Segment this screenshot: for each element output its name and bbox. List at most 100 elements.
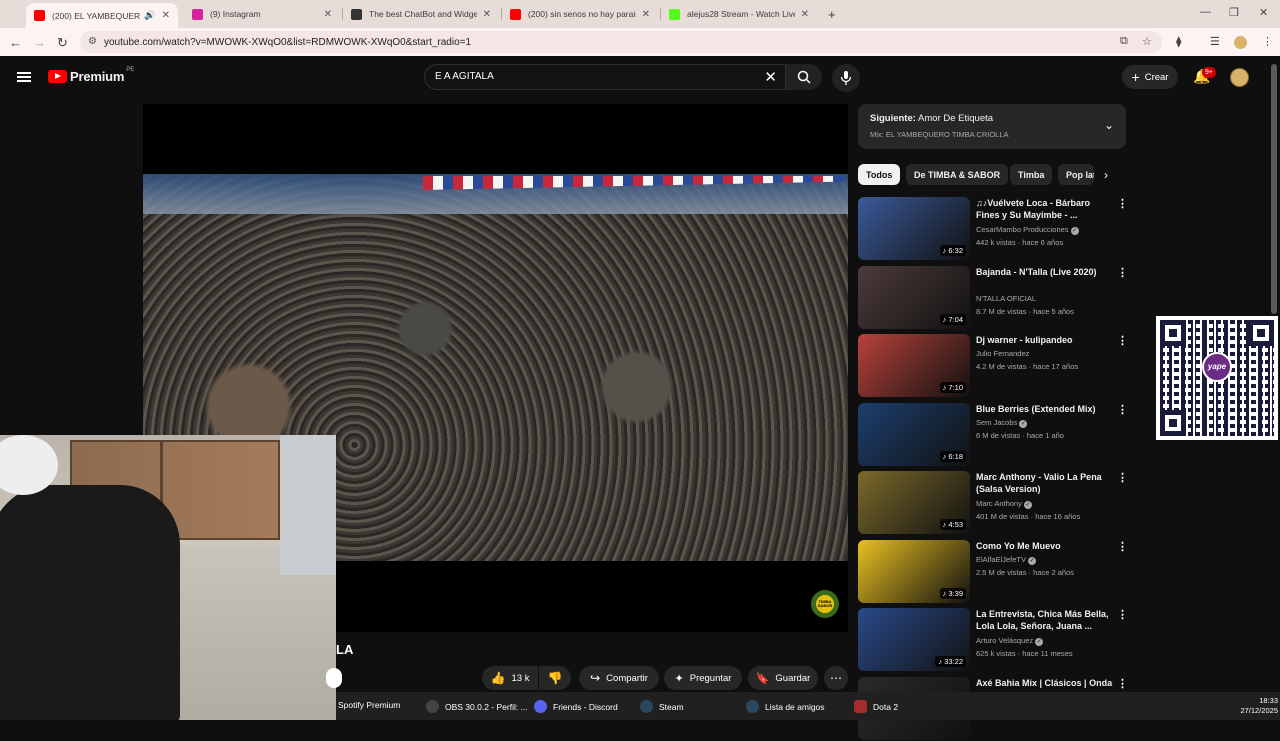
recommendation-item[interactable]: ♪ 6:32 ♫♪Vuélvete Loca - Bárbaro Fines y … — [858, 197, 1128, 261]
recommendation-title[interactable]: Bajanda - N'Talla (Live 2020) — [976, 266, 1114, 278]
taskbar-item-discord[interactable]: Friends - Discord — [534, 700, 618, 713]
more-vert-icon[interactable]: ⋮ — [1117, 403, 1128, 416]
thumbs-down-icon: 👎 — [547, 671, 563, 685]
voice-search-button[interactable] — [832, 64, 860, 92]
search-icon — [797, 70, 811, 84]
profile-avatar-icon[interactable] — [1234, 36, 1247, 49]
close-window-icon[interactable]: ✕ — [1259, 6, 1268, 19]
reading-list-icon[interactable]: ☰ — [1210, 35, 1220, 48]
chip-todos[interactable]: Todos — [858, 164, 901, 185]
webcam-overlay — [0, 435, 336, 720]
subscribe-button-partial[interactable] — [326, 668, 342, 688]
taskbar-item-friends[interactable]: Lista de amigos — [746, 700, 825, 713]
recommendation-title[interactable]: Como Yo Me Muevo — [976, 540, 1114, 552]
channel-name[interactable]: ElAlfaElJefeTV ✓ — [976, 555, 1037, 565]
more-vert-icon[interactable]: ⋮ — [1117, 334, 1128, 347]
site-info-icon[interactable]: ⚙ — [88, 36, 97, 47]
more-vert-icon[interactable]: ⋮ — [1117, 677, 1128, 690]
video-thumbnail[interactable]: ♪ 6:18 — [858, 402, 970, 466]
more-vert-icon[interactable]: ⋮ — [1117, 471, 1128, 484]
recommendation-title[interactable]: Dj warner - kulipandeo — [976, 334, 1114, 346]
ask-button[interactable]: ✦ Preguntar — [664, 666, 742, 690]
system-clock[interactable]: 18:33 27/12/2025 — [1226, 696, 1278, 716]
chevron-down-icon[interactable]: ⌄ — [1104, 118, 1114, 132]
recommendation-title[interactable]: Axé Bahia Mix | Clásicos | Onda — [976, 677, 1114, 689]
chip-pop-latino[interactable]: Pop latino — [1058, 164, 1094, 185]
account-avatar[interactable] — [1230, 68, 1249, 87]
more-vert-icon[interactable]: ⋮ — [1117, 608, 1128, 621]
youtube-logo[interactable]: Premium PE — [48, 67, 134, 84]
maximize-icon[interactable]: ❐ — [1229, 6, 1239, 19]
recommendation-item[interactable]: ♪ 7:10 Dj warner - kulipandeo Julio Fernan… — [858, 334, 1128, 398]
channel-name[interactable]: CesarMambo Producciones ✓ — [976, 225, 1079, 235]
reload-icon[interactable]: ↻ — [57, 35, 68, 51]
tab-youtube[interactable]: (200) EL YAMBEQUERO TIMBA CRIOLLA 🔊 ✕ — [26, 3, 178, 28]
taskbar-item-dota[interactable]: Dota 2 — [854, 700, 898, 713]
tab-chatbot[interactable]: The best ChatBot and Widgets ✕ — [343, 3, 499, 25]
tab-instagram[interactable]: (9) Instagram ✕ — [184, 3, 340, 25]
close-tab-icon[interactable]: ✕ — [324, 9, 332, 20]
up-next-panel[interactable]: Siguiente: Amor De Etiqueta Mix: EL YAMB… — [858, 104, 1126, 149]
clear-search-icon[interactable]: ✕ — [764, 68, 777, 86]
bookmark-star-icon[interactable]: ☆ — [1142, 35, 1152, 48]
recommendation-title[interactable]: Blue Berries (Extended Mix) — [976, 403, 1114, 415]
search-query: E A AGITALA — [435, 71, 494, 82]
recommendation-title[interactable]: ♫♪Vuélvete Loca - Bárbaro Fines y Su May… — [976, 197, 1114, 221]
recommendation-item[interactable]: ♪ 33:22 La Entrevista, Chica Más Bella, L… — [858, 608, 1128, 672]
close-tab-icon[interactable]: ✕ — [483, 9, 491, 20]
recommendation-title[interactable]: Marc Anthony - Valio La Pena (Salsa Vers… — [976, 471, 1114, 495]
create-button[interactable]: + Crear — [1122, 65, 1178, 89]
audio-icon[interactable]: 🔊 — [144, 10, 155, 21]
channel-name[interactable]: Marc Anthony ✓ — [976, 499, 1032, 509]
video-thumbnail[interactable]: ♪ 4:53 — [858, 471, 970, 534]
video-thumbnail[interactable]: ♪ 33:22 — [858, 608, 970, 671]
up-next-label: Siguiente: — [870, 113, 916, 124]
taskbar-item-spotify[interactable]: Spotify Premium — [338, 700, 400, 710]
like-button[interactable]: 👍 13 k — [482, 666, 538, 690]
forward-icon[interactable]: → — [33, 35, 46, 50]
address-bar[interactable]: ⚙ youtube.com/watch?v=MWOWK-XWqO0&list=R… — [80, 31, 1162, 53]
recommendation-title[interactable]: La Entrevista, Chica Más Bella, Lola Lol… — [976, 608, 1114, 632]
install-app-icon[interactable]: ⧉ — [1120, 35, 1128, 48]
search-input[interactable]: E A AGITALA ✕ — [424, 64, 786, 90]
taskbar-item-obs[interactable]: OBS 30.0.2 - Perfil: ... — [426, 700, 528, 713]
back-icon[interactable]: ← — [9, 35, 22, 50]
chip-timba[interactable]: Timba — [1010, 164, 1053, 185]
taskbar-item-steam[interactable]: Steam — [640, 700, 684, 713]
page-scrollbar[interactable] — [1271, 64, 1277, 314]
share-button[interactable]: ↪ Compartir — [579, 666, 659, 690]
logo-text: Premium — [70, 69, 125, 84]
channel-name[interactable]: Sem Jacobs ✓ — [976, 418, 1028, 428]
recommendation-item[interactable]: ♪ 4:53 Marc Anthony - Valio La Pena (Sals… — [858, 471, 1128, 535]
chevron-right-icon[interactable]: › — [1104, 168, 1108, 182]
more-actions-button[interactable]: ⋯ — [824, 666, 848, 690]
more-vert-icon[interactable]: ⋮ — [1117, 540, 1128, 553]
video-thumbnail[interactable]: ♪ 7:10 — [858, 334, 970, 397]
minimize-icon[interactable]: — — [1200, 6, 1211, 18]
channel-name[interactable]: Arturo Velásquez ✓ — [976, 636, 1044, 646]
browser-menu-icon[interactable]: ⋮ — [1262, 35, 1273, 48]
dislike-button[interactable]: 👎 — [539, 666, 571, 690]
channel-name[interactable]: Julio Fernandez — [976, 349, 1029, 358]
menu-icon[interactable] — [17, 72, 31, 82]
recommendation-item[interactable]: ♪ 6:18 Blue Berries (Extended Mix) Sem Jac… — [858, 402, 1128, 467]
more-vert-icon[interactable]: ⋮ — [1117, 197, 1128, 210]
new-tab-button[interactable]: + — [820, 3, 840, 25]
video-thumbnail[interactable]: ♪ 7:04 — [858, 265, 970, 329]
channel-name[interactable]: N'TALLA OFICIAL — [976, 294, 1036, 303]
close-tab-icon[interactable]: ✕ — [642, 9, 650, 20]
recommendation-item[interactable]: ♪ 3:39 Como Yo Me Muevo ElAlfaElJefeTV ✓ 2.… — [858, 539, 1128, 604]
video-thumbnail[interactable]: ♪ 3:39 — [858, 539, 970, 603]
chip-timba-sabor[interactable]: De TIMBA & SABOR — [906, 164, 1009, 185]
close-tab-icon[interactable]: ✕ — [801, 9, 809, 20]
tab-kick[interactable]: alejus28 Stream - Watch Live on Kick ✕ — [661, 3, 817, 25]
recommendation-item[interactable]: ♪ 7:04 Bajanda - N'Talla (Live 2020) N'TAL… — [858, 265, 1128, 330]
save-button[interactable]: 🔖 Guardar — [748, 666, 818, 690]
video-thumbnail[interactable]: ♪ 6:32 — [858, 197, 970, 260]
close-tab-icon[interactable]: ✕ — [162, 10, 170, 21]
search-button[interactable] — [786, 64, 822, 90]
extensions-icon[interactable]: ⧫ — [1176, 35, 1181, 48]
doorway — [280, 435, 336, 575]
tab-youtube-2[interactable]: (200) sin senos no hay paraiso ✕ — [502, 3, 658, 25]
more-vert-icon[interactable]: ⋮ — [1117, 266, 1128, 279]
